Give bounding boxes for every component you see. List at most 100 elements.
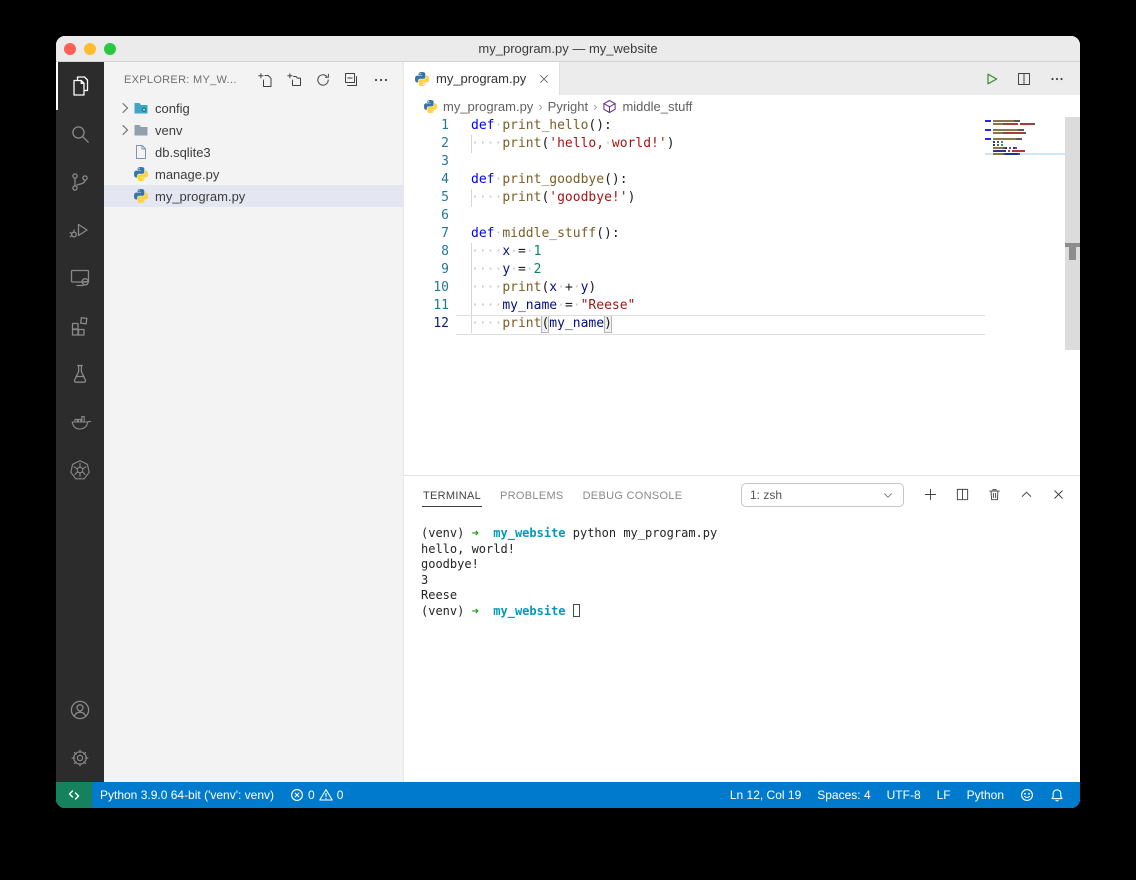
close-panel-button[interactable]: [1051, 487, 1066, 502]
breadcrumb-symbol[interactable]: middle_stuff: [622, 99, 692, 114]
activity-bar-extensions[interactable]: [56, 302, 104, 350]
remote-indicator[interactable]: [56, 782, 92, 808]
shell-select-value: 1: zsh: [750, 488, 881, 502]
tab-my-program[interactable]: my_program.py: [404, 62, 560, 95]
code-token: y: [581, 279, 589, 297]
notifications-bell-button[interactable]: [1042, 782, 1072, 808]
code-line-10[interactable]: 10····print(x·+·y): [404, 279, 985, 297]
terminal-shell-select[interactable]: 1: zsh: [741, 483, 904, 507]
line-number: 12: [404, 315, 449, 333]
terminal-text: python my_program.py: [566, 526, 718, 540]
minimap-line: [985, 153, 1065, 155]
minimap-line: [985, 138, 1065, 140]
indentation-status[interactable]: Spaces: 4: [809, 782, 878, 808]
minimap-token: [993, 150, 1006, 152]
panel-tab-problems[interactable]: PROBLEMS: [499, 485, 565, 506]
new-folder-button[interactable]: [286, 72, 302, 88]
panel-tab-terminal[interactable]: TERMINAL: [422, 485, 482, 507]
zoom-window-button[interactable]: [104, 43, 116, 55]
language-mode-status[interactable]: Python: [959, 782, 1012, 808]
activity-bar-testing[interactable]: [56, 350, 104, 398]
tab-label: my_program.py: [436, 71, 531, 86]
activity-bar-kubernetes[interactable]: [56, 446, 104, 494]
close-window-button[interactable]: [64, 43, 76, 55]
explorer-more-actions-button[interactable]: [373, 72, 389, 88]
python-interpreter-status[interactable]: Python 3.9.0 64-bit ('venv': venv): [92, 782, 282, 808]
breadcrumb-file[interactable]: my_program.py: [443, 99, 533, 114]
activity-bar-settings[interactable]: [56, 734, 104, 782]
minimap[interactable]: [985, 120, 1065, 156]
code-line-6[interactable]: 6: [404, 207, 985, 225]
vscode-window: my_program.py — my_website EXPLORER: MY_…: [56, 36, 1080, 808]
activity-bar-account[interactable]: [56, 686, 104, 734]
activity-bar-explorer[interactable]: [56, 62, 104, 110]
activity-bar-search[interactable]: [56, 110, 104, 158]
new-file-button[interactable]: [257, 72, 273, 88]
split-terminal-button[interactable]: [955, 487, 970, 502]
split-editor-button[interactable]: [1016, 71, 1032, 87]
activity-bar-remote-explorer[interactable]: [56, 254, 104, 302]
run-python-file-button[interactable]: [983, 71, 999, 87]
file-label: manage.py: [155, 167, 219, 182]
activity-bar-source-control[interactable]: [56, 158, 104, 206]
editor-scrollbar[interactable]: [1065, 117, 1080, 475]
terminal-text: my_website: [493, 604, 565, 618]
chevron-right-icon: [117, 100, 133, 116]
problems-status[interactable]: 0 0: [282, 782, 351, 808]
chevron-down-icon: [881, 488, 895, 502]
encoding-status[interactable]: UTF-8: [879, 782, 929, 808]
code-line-3[interactable]: 3: [404, 153, 985, 171]
terminal-line: (venv) ➜ my_website: [421, 604, 1080, 620]
code-line-8[interactable]: 8····x·=·1: [404, 243, 985, 261]
terminal-line: goodbye!: [421, 557, 1080, 573]
refresh-explorer-button[interactable]: [315, 72, 331, 88]
breadcrumb-module[interactable]: Pyright: [548, 99, 588, 114]
code-line-11[interactable]: 11····my_name·=·"Reese": [404, 297, 985, 315]
file-tree-item-config[interactable]: config: [104, 97, 403, 119]
code-token: ····: [471, 315, 502, 333]
minimap-line: [985, 135, 1065, 137]
code-line-2[interactable]: 2····print('hello,·world!'): [404, 135, 985, 153]
code-token: world!': [612, 135, 667, 153]
code-editor[interactable]: 1def·print_hello():2····print('hello,·wo…: [404, 117, 1080, 475]
panel-tab-debug-console[interactable]: DEBUG CONSOLE: [582, 485, 684, 506]
new-terminal-button[interactable]: [923, 487, 938, 502]
minimap-token: [993, 147, 1003, 149]
file-tree-item-manage.py[interactable]: manage.py: [104, 163, 403, 185]
code-line-4[interactable]: 4def·print_goodbye():: [404, 171, 985, 189]
code-token: "Reese": [581, 297, 636, 315]
eol-status[interactable]: LF: [929, 782, 959, 808]
code-line-9[interactable]: 9····y·=·2: [404, 261, 985, 279]
activity-bar-run-debug[interactable]: [56, 206, 104, 254]
code-token: 'goodbye!': [549, 189, 627, 207]
code-line-7[interactable]: 7def·middle_stuff():: [404, 225, 985, 243]
file-tree-item-db.sqlite3[interactable]: db.sqlite3: [104, 141, 403, 163]
activity-bar-docker[interactable]: [56, 398, 104, 446]
extensions-icon: [68, 314, 92, 338]
desktop-background: { "colors": { "status_bar_bg": "#007acc"…: [0, 0, 1136, 880]
code-line-5[interactable]: 5····print('goodbye!'): [404, 189, 985, 207]
code-line-1[interactable]: 1def·print_hello():: [404, 117, 985, 135]
terminal-line: hello, world!: [421, 542, 1080, 558]
close-tab-icon[interactable]: [537, 72, 551, 86]
terminal-output[interactable]: (venv) ➜ my_website python my_program.py…: [404, 513, 1080, 782]
code-token: =: [565, 297, 573, 315]
feedback-button[interactable]: [1012, 782, 1042, 808]
minimap-token: [1024, 132, 1026, 134]
cursor-position-status[interactable]: Ln 12, Col 19: [722, 782, 809, 808]
kill-terminal-button[interactable]: [987, 487, 1002, 502]
scrollbar-thumb[interactable]: [1065, 117, 1080, 350]
editor-more-actions-button[interactable]: [1049, 71, 1065, 87]
file-tree-item-venv[interactable]: venv: [104, 119, 403, 141]
minimize-window-button[interactable]: [84, 43, 96, 55]
code-token: ·: [494, 117, 502, 135]
tree-indent: [117, 144, 133, 160]
minimap-token: [993, 120, 1014, 122]
collapse-folders-button[interactable]: [344, 72, 360, 88]
remote-icon: [67, 788, 81, 802]
file-tree-item-my_program.py[interactable]: my_program.py: [104, 185, 403, 207]
minimap-token: [993, 132, 1003, 134]
code-line-12[interactable]: 12····print(my_name): [404, 315, 985, 333]
maximize-panel-button[interactable]: [1019, 487, 1034, 502]
terminal-text: 3: [421, 573, 428, 587]
